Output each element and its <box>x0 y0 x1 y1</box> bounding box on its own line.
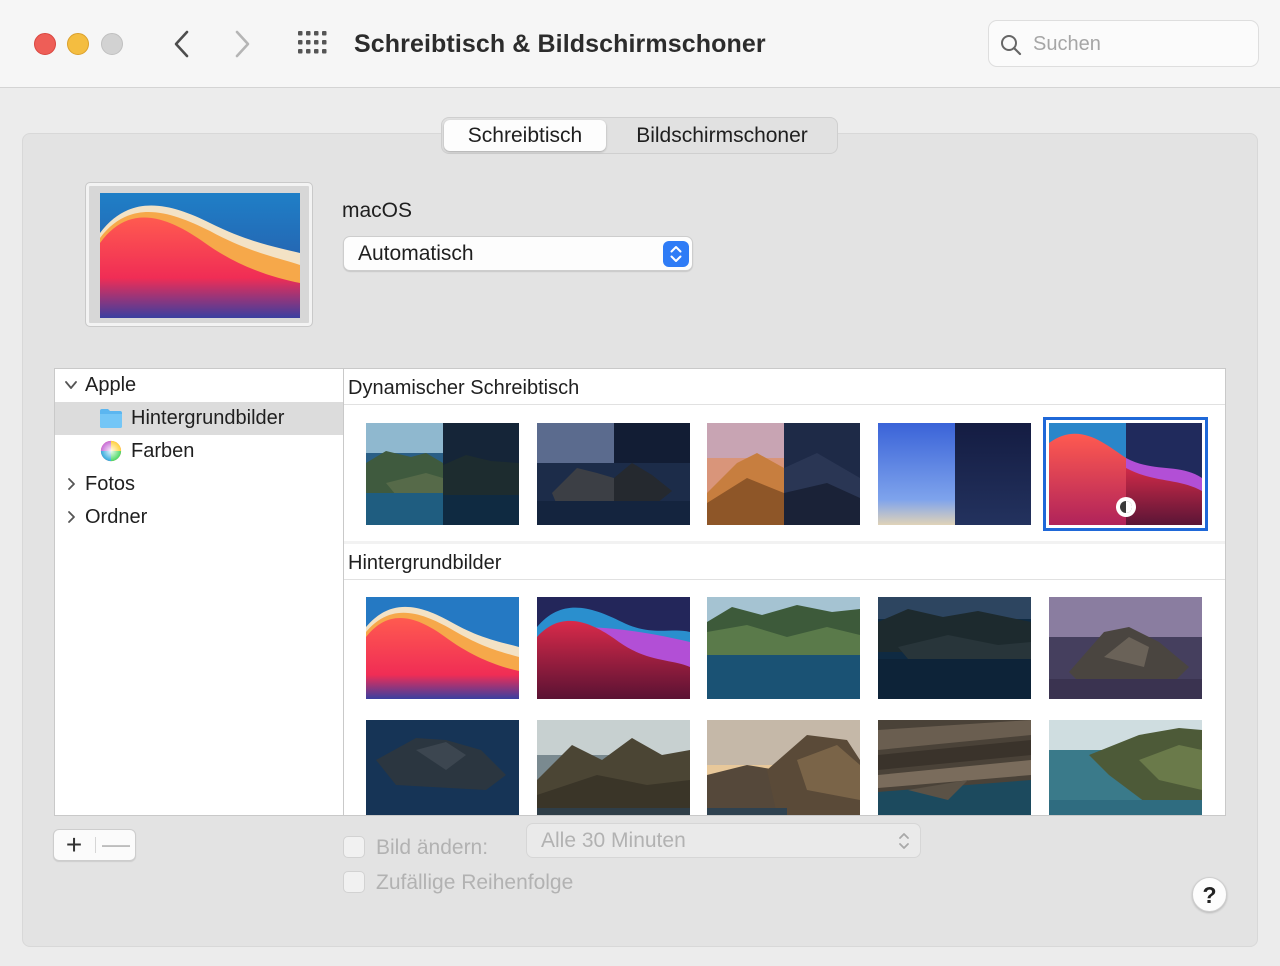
wallpaper-thumb[interactable] <box>707 597 860 699</box>
appearance-mode-value: Automatisch <box>358 242 474 265</box>
wallpaper-thumb[interactable] <box>707 720 860 815</box>
close-icon[interactable] <box>34 33 56 55</box>
random-order-checkbox[interactable] <box>343 871 365 893</box>
title-bar: Schreibtisch & Bildschirmschoner <box>0 0 1280 88</box>
search-icon <box>1001 35 1022 56</box>
grid-icon <box>298 31 327 54</box>
appearance-mode-popup[interactable]: Automatisch <box>343 236 693 271</box>
add-remove-control: + — <box>53 829 136 861</box>
change-interval-value: Alle 30 Minuten <box>541 829 686 852</box>
wallpaper-thumb[interactable] <box>878 423 1031 525</box>
sidebar-item-label: Apple <box>85 374 137 396</box>
color-wheel-icon <box>100 440 122 462</box>
chevron-right-icon[interactable] <box>63 476 79 492</box>
folder-icon <box>100 409 122 428</box>
search-field[interactable] <box>988 20 1259 67</box>
chevron-right-icon[interactable] <box>63 509 79 525</box>
section-header-dynamic: Dynamischer Schreibtisch <box>344 369 1225 405</box>
back-button[interactable] <box>165 26 201 62</box>
wallpaper-thumb[interactable] <box>707 423 860 525</box>
search-input[interactable] <box>1033 29 1243 59</box>
random-order-label: Zufällige Reihenfolge <box>376 871 574 894</box>
collection-name: macOS <box>342 199 413 222</box>
current-wallpaper-preview <box>85 182 313 327</box>
wallpaper-thumb[interactable] <box>537 423 690 525</box>
wallpaper-thumb[interactable] <box>878 597 1031 699</box>
sidebar-item-hintergrundbilder[interactable]: Hintergrundbilder <box>55 402 343 435</box>
chevron-left-icon <box>174 30 189 58</box>
wallpaper-thumb[interactable] <box>1049 597 1202 699</box>
change-interval-popup[interactable]: Alle 30 Minuten <box>526 823 921 858</box>
show-all-button[interactable] <box>296 29 330 57</box>
chevron-down-icon[interactable] <box>63 377 79 393</box>
sidebar-item-label: Ordner <box>85 506 148 528</box>
sidebar-item-label: Fotos <box>85 473 136 495</box>
wallpaper-thumb[interactable] <box>537 597 690 699</box>
wallpaper-thumb[interactable] <box>366 720 519 815</box>
wallpaper-thumb[interactable] <box>878 720 1031 815</box>
wallpaper-thumb-selected[interactable] <box>1043 417 1208 531</box>
tab-bar: Schreibtisch Bildschirmschoner <box>441 117 838 154</box>
section-header-wallpapers: Hintergrundbilder <box>344 544 1225 580</box>
popup-stepper-icon <box>899 833 909 849</box>
minimize-icon[interactable] <box>67 33 89 55</box>
add-folder-button[interactable]: + <box>54 830 94 860</box>
change-picture-label: Bild ändern: <box>376 836 489 859</box>
sidebar-item-farben[interactable]: Farben <box>55 435 343 468</box>
help-button[interactable]: ? <box>1192 877 1227 912</box>
wallpaper-thumb[interactable] <box>537 720 690 815</box>
sidebar-item-ordner[interactable]: Ordner <box>55 501 343 534</box>
source-list: Apple Hintergrundbilder Farben Fotos Ord… <box>54 368 344 816</box>
sidebar-item-apple[interactable]: Apple <box>55 369 343 402</box>
sidebar-item-label: Hintergrundbilder <box>131 407 285 429</box>
window-title: Schreibtisch & Bildschirmschoner <box>354 30 766 58</box>
wallpaper-thumb[interactable] <box>366 597 519 699</box>
wallpaper-thumb[interactable] <box>1049 720 1202 815</box>
zoom-icon[interactable] <box>101 33 123 55</box>
wallpaper-grid: Dynamischer Schreibtisch Hintergrundbild… <box>343 368 1226 816</box>
chevron-right-icon <box>235 30 250 58</box>
tab-desktop[interactable]: Schreibtisch <box>444 120 606 151</box>
sidebar-item-label: Farben <box>131 440 195 462</box>
tab-screensaver[interactable]: Bildschirmschoner <box>610 120 834 151</box>
change-picture-checkbox[interactable] <box>343 836 365 858</box>
forward-button[interactable] <box>224 26 260 62</box>
wallpaper-thumb[interactable] <box>366 423 519 525</box>
sidebar-item-fotos[interactable]: Fotos <box>55 468 343 501</box>
popup-stepper-icon <box>663 241 689 267</box>
remove-folder-button[interactable]: — <box>96 830 136 860</box>
wallpaper-preview-image <box>100 193 300 318</box>
